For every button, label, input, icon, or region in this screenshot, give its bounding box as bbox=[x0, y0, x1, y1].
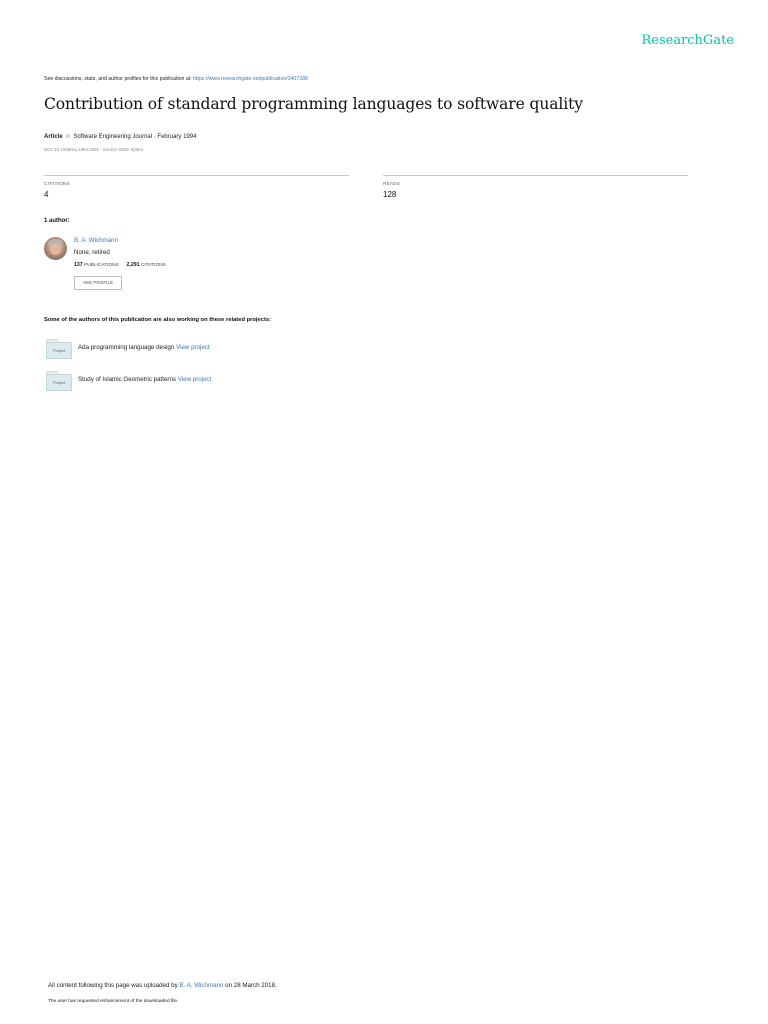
publication-type: Article bbox=[44, 134, 63, 140]
view-project-link[interactable]: View project bbox=[178, 376, 212, 383]
author-affiliation: None, retired bbox=[74, 249, 110, 256]
reads-divider bbox=[383, 175, 688, 176]
author-citations-count: 2,291 bbox=[126, 262, 140, 268]
enhancement-notice: The user has requested enhancement of th… bbox=[48, 999, 179, 1004]
project-folder-icon[interactable]: Project bbox=[46, 371, 72, 391]
author-stats: 137 PUBLICATIONS 2,291 CITATIONS bbox=[74, 262, 166, 268]
view-project-link[interactable]: View project bbox=[176, 344, 210, 351]
see-profile-button[interactable]: SEE PROFILE bbox=[74, 276, 122, 290]
publications-label: PUBLICATIONS bbox=[84, 263, 119, 268]
project-badge-label: Project bbox=[53, 349, 65, 353]
citations-value: 4 bbox=[44, 190, 49, 199]
author-citations-label: CITATIONS bbox=[140, 263, 166, 268]
related-project-item: Study of Islamic Geometric patterns View… bbox=[78, 376, 211, 383]
researchgate-logo[interactable]: ResearchGate bbox=[641, 33, 734, 48]
discussion-text: See discussions, stats, and author profi… bbox=[44, 76, 194, 82]
author-avatar[interactable] bbox=[44, 237, 67, 260]
publication-title: Contribution of standard programming lan… bbox=[44, 95, 583, 113]
reads-value: 128 bbox=[383, 190, 397, 199]
authors-heading: 1 author: bbox=[44, 218, 70, 224]
avatar-face bbox=[50, 243, 61, 255]
publications-count: 137 bbox=[74, 262, 83, 268]
project-title: Study of Islamic Geometric patterns bbox=[78, 376, 177, 383]
upload-notice: All content following this page was uplo… bbox=[48, 982, 277, 989]
project-folder-icon[interactable]: Project bbox=[46, 339, 72, 359]
project-badge-label: Project bbox=[53, 381, 65, 385]
related-projects-heading: Some of the authors of this publication … bbox=[44, 317, 272, 323]
project-title: Ada programming language design bbox=[78, 344, 175, 351]
uploader-link[interactable]: B. A. Wichmann bbox=[179, 982, 223, 989]
author-name-link[interactable]: B. A. Wichmann bbox=[74, 237, 118, 244]
meta-in: in bbox=[65, 134, 71, 140]
related-project-item: Ada programming language design View pro… bbox=[78, 344, 210, 351]
publication-url-link[interactable]: https://www.researchgate.net/publication… bbox=[193, 76, 308, 82]
upload-prefix: All content following this page was uplo… bbox=[48, 982, 180, 989]
discussion-line: See discussions, stats, and author profi… bbox=[44, 76, 308, 82]
citations-label: CITATIONS bbox=[44, 182, 70, 187]
upload-suffix: on 28 March 2018. bbox=[223, 982, 277, 989]
journal-info: Software Engineering Journal · February … bbox=[73, 134, 197, 140]
citations-divider bbox=[44, 175, 349, 176]
reads-label: READS bbox=[383, 182, 401, 187]
publication-meta: Article in Software Engineering Journal · … bbox=[44, 134, 196, 140]
doi-line: DOI: 10.1049/sej.1994.0002 · Source: IEE… bbox=[44, 147, 144, 152]
